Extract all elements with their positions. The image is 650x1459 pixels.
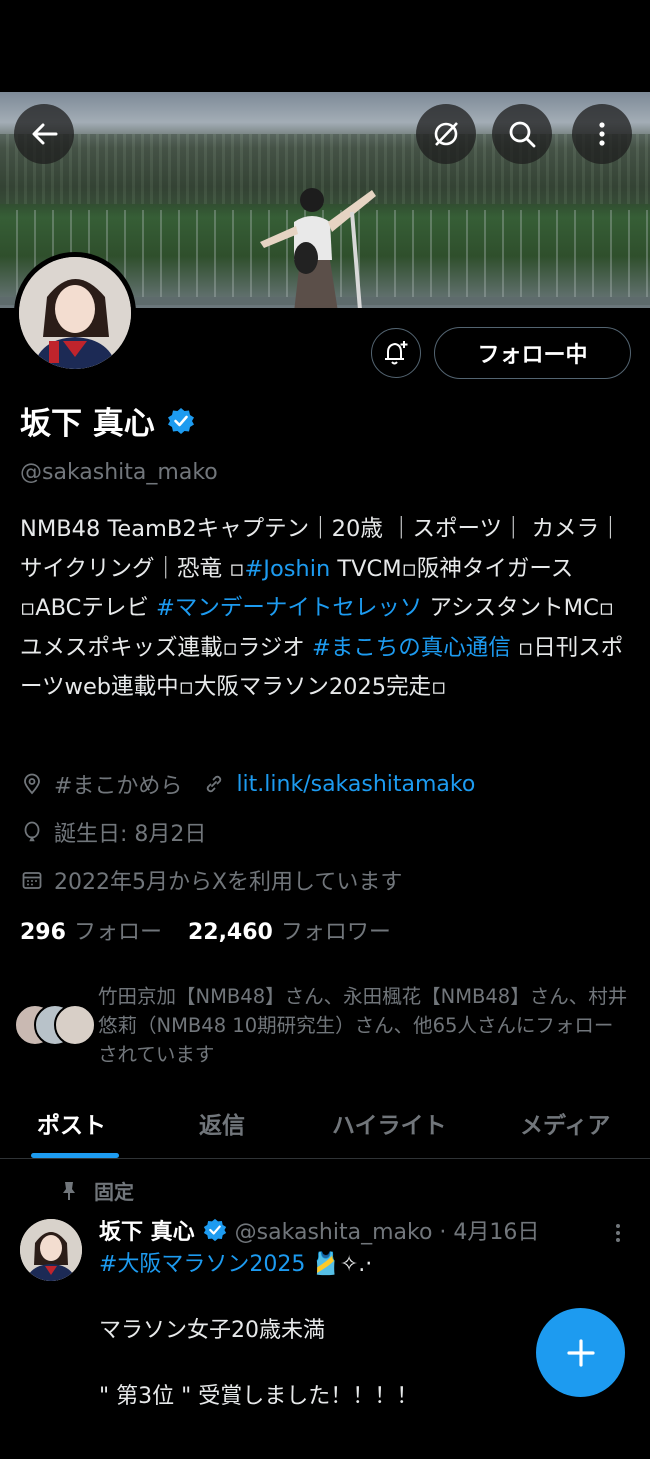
- calendar-icon: [22, 872, 42, 889]
- location-text: #まこかめら: [54, 774, 183, 799]
- location-icon: [24, 773, 40, 795]
- joined-row: 2022年5月からXを利用しています: [20, 864, 402, 896]
- profile-bio: NMB48 TeamB2キャプテン｜20歳 ｜スポーツ｜ カメラ｜ サイクリング…: [20, 510, 630, 708]
- profile-name: 坂下 真心: [20, 406, 155, 442]
- followers-label: フォロワー: [280, 920, 391, 945]
- verified-badge-icon: [203, 1218, 226, 1242]
- pin-icon: [63, 1181, 75, 1200]
- compose-plus-icon: [566, 1338, 595, 1367]
- more-options-button[interactable]: [572, 104, 632, 164]
- notification-bell-icon: [385, 341, 408, 365]
- tab-replies[interactable]: 返信: [199, 1106, 245, 1140]
- post-emoji: 🎽✧.·: [305, 1252, 373, 1277]
- following-count: 296: [20, 920, 66, 945]
- search-icon: [509, 121, 536, 148]
- joined-text: 2022年5月からXを利用しています: [54, 870, 403, 895]
- back-button[interactable]: [14, 104, 74, 164]
- tab-media[interactable]: メディア: [520, 1106, 610, 1140]
- birthday-text: 誕生日: 8月2日: [54, 822, 207, 847]
- post-line-2: " 第3位 " 受賞しました！！！！: [99, 1384, 419, 1409]
- bio-hashtag-joshin[interactable]: #Joshin: [244, 556, 330, 582]
- status-bar: [0, 0, 650, 92]
- pinned-label: 固定: [94, 1180, 134, 1204]
- followers-link[interactable]: 22,460 フォロワー: [188, 914, 391, 946]
- tab-highlights[interactable]: ハイライト: [332, 1106, 447, 1140]
- follow-stats: 296 フォロー 22,460 フォロワー: [20, 914, 391, 946]
- pinned-indicator: 固定: [58, 1176, 134, 1205]
- compose-post-button[interactable]: [536, 1308, 625, 1397]
- avatar: [54, 1004, 96, 1046]
- verified-badge-icon[interactable]: [167, 407, 195, 435]
- followed-by-text: 竹田京加【NMB48】さん、永田楓花【NMB48】さん、村井悠莉（NMB48 1…: [98, 985, 628, 1066]
- location-row: #まこかめら lit.link/sakashitamako: [20, 768, 475, 800]
- link-icon: [207, 775, 222, 793]
- website-link[interactable]: lit.link/sakashitamako: [236, 772, 475, 797]
- profile-avatar[interactable]: [14, 252, 136, 374]
- avatar-photo: [19, 257, 131, 369]
- more-vertical-icon: [599, 122, 605, 146]
- profile-name-row: 坂下 真心: [20, 398, 195, 443]
- post-hashtag[interactable]: #大阪マラソン2025: [99, 1252, 305, 1277]
- more-vertical-icon[interactable]: [606, 1218, 630, 1248]
- active-tab-indicator: [31, 1153, 119, 1158]
- profile-handle: @sakashita_mako: [20, 460, 218, 485]
- followers-count: 22,460: [187, 920, 273, 945]
- banner-person: [260, 188, 376, 308]
- search-button[interactable]: [492, 104, 552, 164]
- following-link[interactable]: 296 フォロー: [20, 914, 162, 946]
- post-header: 坂下 真心 @sakashita_mako · 4月16日: [99, 1214, 539, 1246]
- profile-tabs: ポスト 返信 ハイライト メディア: [0, 1100, 650, 1159]
- notification-bell-button[interactable]: [371, 328, 421, 378]
- followers-you-know[interactable]: 竹田京加【NMB48】さん、永田楓花【NMB48】さん、村井悠莉（NMB48 1…: [14, 982, 634, 1072]
- back-arrow-icon: [32, 123, 58, 145]
- grok-icon: [434, 122, 458, 146]
- birthday-icon: [24, 821, 40, 842]
- bio-hashtag-monday-night-cerezo[interactable]: #マンデーナイトセレッソ: [156, 595, 422, 621]
- following-button[interactable]: フォロー中: [434, 327, 631, 379]
- following-label: フォロー: [73, 920, 162, 945]
- birthday-row: 誕生日: 8月2日: [20, 816, 206, 848]
- post-author-name[interactable]: 坂下 真心: [99, 1214, 195, 1246]
- mutual-avatars: [14, 1004, 96, 1048]
- post-handle-date: @sakashita_mako · 4月16日: [234, 1220, 540, 1245]
- tab-posts[interactable]: ポスト: [37, 1106, 106, 1140]
- bio-hashtag-makochi[interactable]: #まこちの真心通信: [312, 635, 511, 661]
- grok-button[interactable]: [416, 104, 476, 164]
- post-author-avatar[interactable]: [20, 1219, 82, 1281]
- post-avatar-photo: [20, 1219, 82, 1281]
